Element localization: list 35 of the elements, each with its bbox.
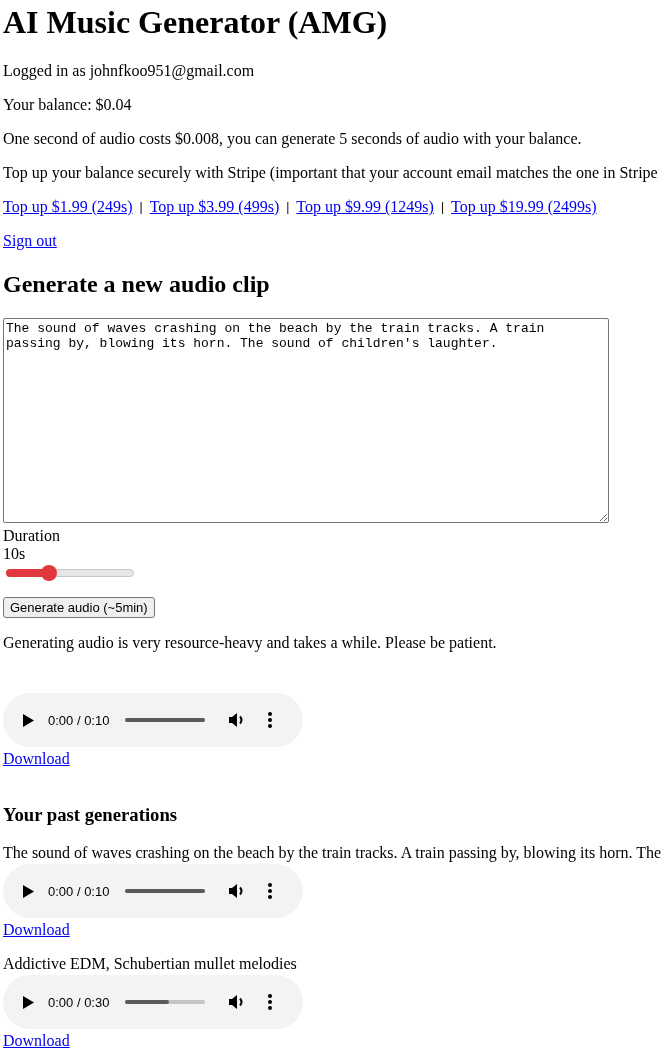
generate-button[interactable]: Generate audio (~5min) [3, 597, 155, 618]
separator: | [139, 199, 143, 216]
play-icon[interactable] [23, 713, 34, 727]
download-link[interactable]: Download [3, 1032, 660, 1050]
login-text: Logged in as johnfkoo951@gmail.com [3, 62, 256, 80]
cost-text: One second of audio costs $0.008, you can generate 5 seconds of audio with your balance. [3, 130, 583, 148]
duration-value: 10s [3, 545, 27, 563]
balance-text: Your balance: $0.04 [3, 96, 133, 114]
slider-thumb[interactable] [40, 565, 57, 581]
play-icon[interactable] [23, 884, 34, 898]
duration-label: Duration [3, 527, 61, 545]
topup-text: Top up your balance securely with Stripe (important that your account email matches the one in Stripe [3, 164, 659, 182]
prompt-text: Addictive EDM, Schubertian mullet melodies [3, 955, 298, 973]
time-display: 0:00 / 0:10 [48, 883, 110, 899]
sign-out-link[interactable]: Sign out [3, 232, 57, 249]
time-display: 0:00 / 0:10 [48, 712, 110, 728]
separator: | [440, 199, 444, 216]
separator: | [286, 199, 290, 216]
download-link[interactable]: Download [3, 750, 660, 768]
info-text: Generating audio is very resource-heavy and takes a while. Please be patient. [3, 634, 498, 652]
more-icon[interactable] [268, 994, 273, 1010]
topup-link[interactable]: Top up $9.99 (1249s) [296, 198, 434, 216]
prompt-text: The sound of waves crashing on the beach by the train tracks. A train passing by, blowing its horn. The [3, 844, 660, 862]
page-title: AI Music Generator (AMG) [3, 4, 389, 41]
download-link[interactable]: Download [3, 921, 660, 939]
more-icon[interactable] [268, 712, 273, 728]
play-icon[interactable] [23, 995, 34, 1009]
section-heading: Your past generations [3, 804, 179, 826]
topup-link[interactable]: Top up $19.99 (2499s) [451, 198, 597, 216]
topup-link[interactable]: Top up $3.99 (499s) [149, 198, 280, 216]
prompt-field[interactable]: The sound of waves crashing on the beach by the train tracks. A train passing by, blowing its horn. The sound of children's laughter. [3, 318, 609, 523]
time-display: 0:00 / 0:30 [48, 994, 110, 1010]
topup-link[interactable]: Top up $1.99 (249s) [3, 198, 133, 216]
more-icon[interactable] [268, 883, 273, 899]
section-heading: Generate a new audio clip [3, 270, 271, 298]
